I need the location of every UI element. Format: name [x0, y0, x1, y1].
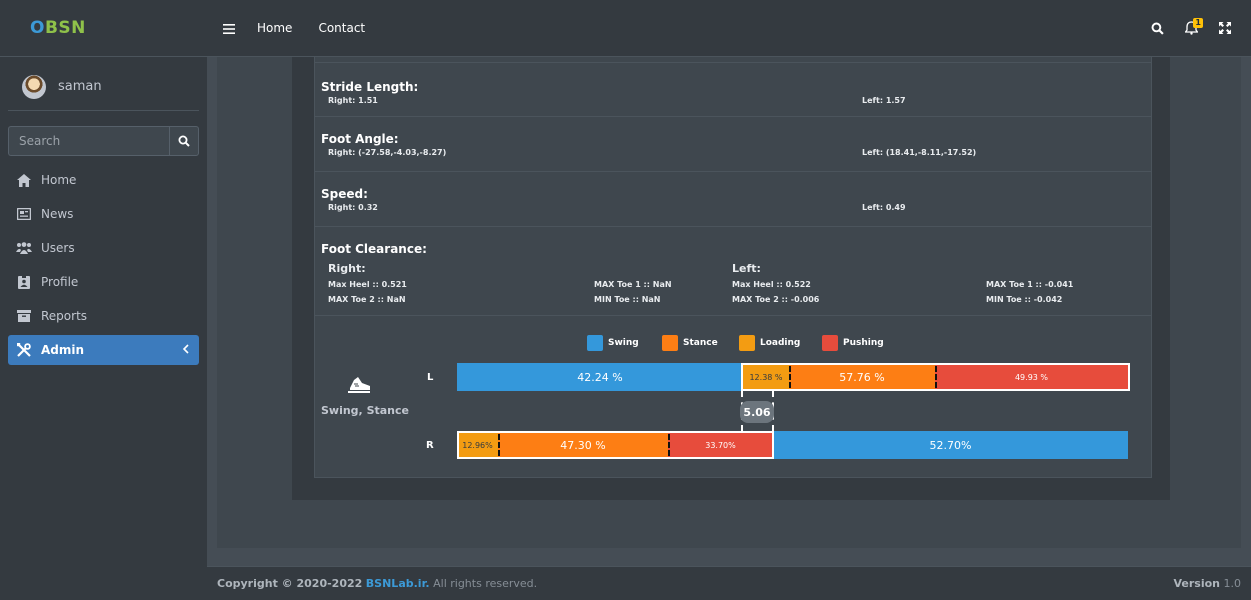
sidebar-item-label: News: [41, 207, 74, 221]
foot-clearance-right-label: Right:: [328, 262, 366, 275]
copyright-text: Copyright © 2020-2022: [217, 577, 363, 590]
notifications-button[interactable]: 1: [1177, 14, 1205, 42]
search-icon: [1151, 22, 1164, 35]
chevron-left-icon: [182, 343, 189, 357]
sidebar-item-label: Profile: [41, 275, 79, 289]
sidebar-search: [8, 126, 199, 156]
legend-swing-swatch: [587, 335, 603, 351]
reports-icon: [16, 308, 32, 324]
gait-phase-chart: Swing Stance Loading Pushing Swing, Stan…: [315, 315, 1151, 474]
menu-toggle-icon[interactable]: [223, 19, 235, 38]
gait-chart-label: Swing, Stance: [321, 404, 409, 417]
users-icon: [16, 240, 32, 256]
foot-clearance-left-label: Left:: [732, 262, 761, 275]
sidebar-item-admin[interactable]: Admin: [8, 335, 199, 365]
sidebar-item-profile[interactable]: Profile: [8, 267, 199, 297]
bar-l-swing: 42.24 %: [457, 363, 743, 391]
foot-clearance-section: Foot Clearance: Right: Left: Max Heel ::…: [315, 226, 1151, 315]
right-max-heel: Max Heel :: 0.521: [328, 280, 407, 289]
stride-length-right: Right: 1.51: [328, 96, 378, 105]
offset-value-badge: 5.06: [740, 401, 774, 423]
stride-length-left: Left: 1.57: [862, 96, 906, 105]
nav-link-home[interactable]: Home: [257, 21, 292, 35]
fullscreen-button[interactable]: [1211, 14, 1239, 42]
legend-pushing-label: Pushing: [843, 338, 884, 348]
version-number: 1.0: [1223, 577, 1242, 590]
expand-arrows-icon: [1219, 22, 1231, 34]
bar-l-divider-2: [935, 366, 937, 388]
speed-left: Left: 0.49: [862, 203, 906, 212]
bar-r-divider-2: [668, 434, 670, 456]
legend-loading: Loading: [739, 335, 800, 351]
footer-site-link[interactable]: BSNLab.ir.: [366, 577, 430, 590]
legend-loading-label: Loading: [760, 338, 801, 348]
version-label: Version: [1173, 577, 1220, 590]
notification-count-badge: 1: [1193, 18, 1203, 28]
right-max-toe1: MAX Toe 1 :: NaN: [594, 280, 672, 289]
speed-right: Right: 0.32: [328, 203, 378, 212]
legend-pushing: Pushing: [822, 335, 884, 351]
avatar[interactable]: [22, 74, 46, 99]
sidebar-item-users[interactable]: Users: [8, 233, 199, 263]
sidebar-item-label: Users: [41, 241, 75, 255]
row-label-l: L: [427, 372, 434, 383]
legend-pushing-swatch: [822, 335, 838, 351]
sidebar-item-label: Admin: [41, 343, 85, 357]
foot-clearance-title: Foot Clearance:: [321, 242, 427, 256]
report-card: Stride Length: Right: 1.51 Left: 1.57 Fo…: [292, 57, 1170, 500]
legend-stance: Stance: [662, 335, 718, 351]
brand-name-part2: BSN: [44, 18, 86, 38]
top-navbar: Home Contact 1: [207, 0, 1251, 57]
sidebar-item-news[interactable]: News: [8, 199, 199, 229]
stride-length-section: Stride Length: Right: 1.51 Left: 1.57: [315, 62, 1151, 116]
legend-swing-label: Swing: [608, 338, 639, 348]
tools-icon: [16, 342, 32, 358]
brand-name-part1: O: [30, 18, 45, 38]
search-button[interactable]: [169, 126, 199, 156]
legend-stance-label: Stance: [683, 338, 718, 348]
sneaker-icon: [348, 374, 372, 398]
profile-icon: [16, 274, 32, 290]
nav-link-contact[interactable]: Contact: [318, 21, 365, 35]
sidebar-item-label: Reports: [41, 309, 88, 323]
legend-stance-swatch: [662, 335, 678, 351]
foot-angle-left: Left: (18.41,-8.11,-17.52): [862, 148, 977, 157]
bar-r-stance-outline: [457, 431, 774, 459]
legend-loading-swatch: [739, 335, 755, 351]
right-max-toe2: MAX Toe 2 :: NaN: [328, 295, 406, 304]
content-wrapper: Stride Length: Right: 1.51 Left: 1.57 Fo…: [217, 57, 1241, 548]
bar-r-swing: 52.70%: [773, 431, 1128, 459]
version-info: Version 1.0: [1173, 577, 1241, 590]
legend-swing: Swing: [587, 335, 639, 351]
foot-angle-section: Foot Angle: Right: (-27.58,-4.03,-8.27) …: [315, 116, 1151, 171]
right-min-toe: MIN Toe :: NaN: [594, 295, 661, 304]
row-label-r: R: [426, 440, 434, 451]
bar-r-divider-1: [498, 434, 500, 456]
left-max-heel: Max Heel :: 0.522: [732, 280, 811, 289]
news-icon: [16, 206, 32, 222]
home-icon: [16, 172, 32, 188]
brand-logo[interactable]: OBSN: [0, 0, 207, 57]
foot-angle-title: Foot Angle:: [321, 132, 399, 146]
sidebar: OBSN saman Home News Users Profile Repor…: [0, 0, 207, 600]
left-max-toe1: MAX Toe 1 :: -0.041: [986, 280, 1074, 289]
bar-l-divider-1: [789, 366, 791, 388]
user-name[interactable]: saman: [58, 79, 102, 94]
sidebar-item-home[interactable]: Home: [8, 165, 199, 195]
search-icon: [178, 135, 190, 147]
search-input[interactable]: [8, 126, 169, 156]
speed-title: Speed:: [321, 187, 368, 201]
stride-length-title: Stride Length:: [321, 80, 419, 94]
user-panel[interactable]: saman: [8, 63, 199, 111]
sidebar-item-reports[interactable]: Reports: [8, 301, 199, 331]
sidebar-item-label: Home: [41, 173, 77, 187]
foot-angle-right: Right: (-27.58,-4.03,-8.27): [328, 148, 447, 157]
page-footer: Copyright © 2020-2022 BSNLab.ir. All rig…: [207, 566, 1251, 600]
report-card-body: Stride Length: Right: 1.51 Left: 1.57 Fo…: [314, 57, 1152, 478]
speed-section: Speed: Right: 0.32 Left: 0.49: [315, 171, 1151, 226]
left-max-toe2: MAX Toe 2 :: -0.006: [732, 295, 820, 304]
navbar-search-button[interactable]: [1143, 14, 1171, 42]
left-min-toe: MIN Toe :: -0.042: [986, 295, 1063, 304]
footer-rights: All rights reserved.: [433, 577, 538, 590]
